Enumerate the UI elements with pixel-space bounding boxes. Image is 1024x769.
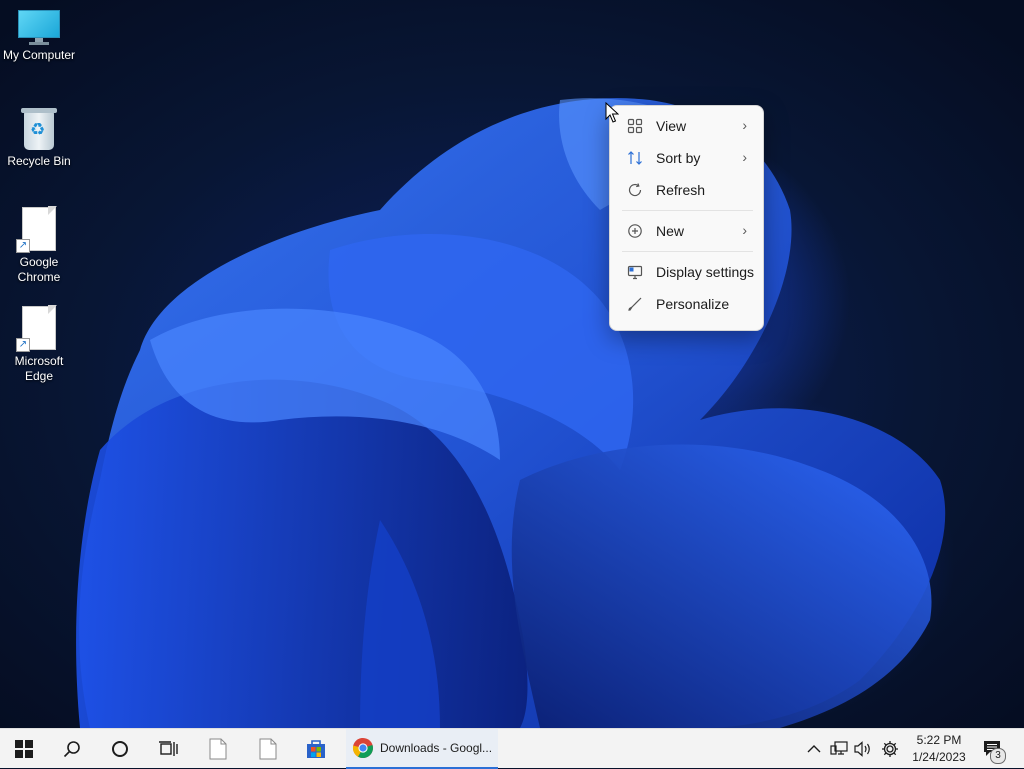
search-button[interactable] (52, 729, 92, 769)
start-icon (15, 740, 33, 758)
plus-circle-icon (624, 223, 646, 239)
volume-button[interactable] (852, 729, 874, 769)
taskbar-file-2[interactable] (248, 729, 288, 769)
menu-item-label: Refresh (656, 182, 706, 198)
chevron-right-icon: › (742, 117, 747, 133)
desktop-icon-label: Google Chrome (17, 255, 61, 284)
start-button[interactable] (4, 729, 44, 769)
desktop[interactable]: My Computer ♻ Recycle Bin ↗ Google Chrom… (0, 0, 1024, 728)
cortana-icon (112, 741, 128, 757)
computer-icon (18, 10, 60, 45)
brush-icon (624, 296, 646, 312)
desktop-context-menu: View › Sort by › Refresh New › Display s… (609, 105, 764, 331)
desktop-icon-my-computer[interactable]: My Computer (0, 10, 79, 63)
search-icon (63, 741, 80, 758)
clock-date: 1/24/2023 (912, 750, 966, 764)
menu-item-personalize[interactable]: Personalize (614, 289, 759, 319)
volume-icon (854, 741, 870, 757)
menu-item-label: Sort by (656, 150, 701, 166)
clock-time: 5:22 PM (916, 733, 962, 747)
taskbar-window-title: Downloads - Googl... (380, 741, 493, 755)
refresh-icon (624, 182, 646, 198)
menu-separator (622, 251, 753, 252)
menu-item-display-settings[interactable]: Display settings (614, 257, 759, 287)
desktop-icon-label: Microsoft Edge (14, 354, 64, 383)
notification-count-badge: 3 (990, 748, 1006, 764)
sort-icon (624, 150, 646, 166)
desktop-icon-recycle-bin[interactable]: ♻ Recycle Bin (0, 108, 79, 169)
network-icon (830, 741, 848, 755)
chevron-right-icon: › (742, 222, 747, 238)
taskbar-chrome-window[interactable]: Downloads - Googl... (346, 729, 498, 769)
recycle-bin-icon: ♻ (21, 108, 57, 150)
grid-view-icon (624, 118, 646, 134)
file-shortcut-icon: ↗ (16, 305, 57, 352)
menu-item-label: Display settings (656, 264, 755, 280)
chevron-right-icon: › (742, 149, 747, 165)
store-icon (307, 740, 325, 758)
menu-item-sort-by[interactable]: Sort by › (614, 143, 759, 173)
task-view-icon (159, 741, 178, 756)
taskbar-clock[interactable]: 5:22 PM 1/24/2023 (904, 732, 974, 766)
microsoft-store-button[interactable] (296, 729, 336, 769)
wallpaper-bloom (76, 98, 946, 728)
desktop-icon-label: Recycle Bin (7, 154, 71, 168)
settings-button[interactable] (878, 729, 902, 769)
taskbar-file-1[interactable] (198, 729, 238, 769)
desktop-icon-label: My Computer (2, 48, 76, 62)
mouse-cursor-icon (605, 102, 619, 123)
file-shortcut-icon: ↗ (16, 206, 57, 253)
network-button[interactable] (828, 729, 850, 769)
settings-gear-icon (882, 741, 898, 757)
taskbar: Downloads - Googl... 5:22 PM 1/24/2023 3 (0, 728, 1024, 769)
desktop-icon-google-chrome[interactable]: ↗ Google Chrome (0, 206, 79, 285)
menu-item-new[interactable]: New › (614, 216, 759, 246)
menu-item-refresh[interactable]: Refresh (614, 175, 759, 205)
file-icon (209, 738, 227, 760)
show-hidden-icons-button[interactable] (804, 729, 824, 769)
task-view-button[interactable] (148, 729, 188, 769)
menu-item-label: New (656, 223, 685, 239)
cortana-button[interactable] (100, 729, 140, 769)
menu-item-label: View (656, 118, 687, 134)
desktop-icon-microsoft-edge[interactable]: ↗ Microsoft Edge (0, 305, 79, 384)
file-icon (259, 738, 277, 760)
display-icon (624, 264, 646, 280)
chrome-icon (352, 738, 373, 759)
notification-center-button[interactable]: 3 (978, 729, 1008, 769)
menu-separator (622, 210, 753, 211)
menu-item-view[interactable]: View › (614, 111, 759, 141)
chevron-up-icon (807, 745, 821, 753)
menu-item-label: Personalize (656, 296, 730, 312)
